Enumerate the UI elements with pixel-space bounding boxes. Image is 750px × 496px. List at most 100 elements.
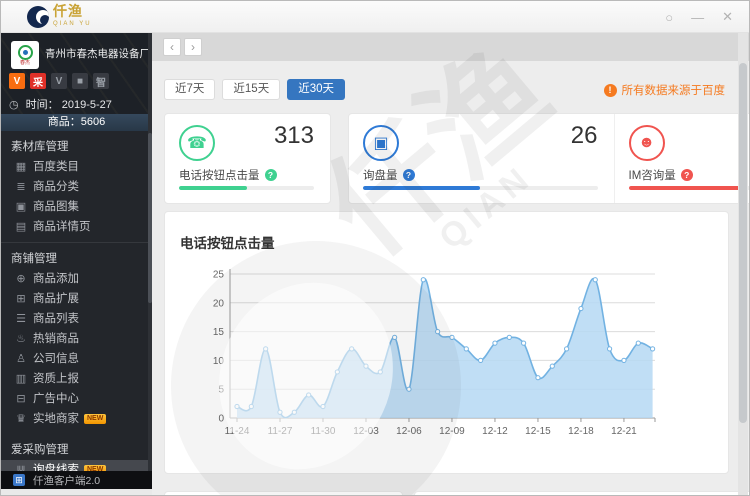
tab-last-7-days[interactable]: 近7天 [164,79,216,100]
document-icon: ▥ [15,373,27,385]
section-shop-mgmt: 商铺管理 [11,253,57,265]
extend-icon: ⊞ [16,293,26,305]
product-count-bar: 商品：5606 [1,114,152,131]
svg-text:11-27: 11-27 [268,426,293,437]
sidebar-item-company-info[interactable]: ♙ 公司信息 [1,349,152,369]
forward-button[interactable]: › [184,38,202,56]
svg-text:5: 5 [218,385,224,396]
section-material-mgmt: 素材库管理 [11,141,69,153]
new-badge: NEW [84,414,107,424]
brand-sub: QIAN YU [53,21,92,27]
badge-box-icon[interactable]: ■ [72,73,88,89]
badge-v2-icon[interactable]: V [51,73,67,89]
leads-icon: ⋓ [16,464,26,471]
peek-card [414,491,749,495]
sidebar: 春杰 青州市春杰电器设备厂 V 采 V ■ 智 ◷ 时间： 2019-5-27 … [1,33,152,489]
sidebar-item-product-list[interactable]: ☰ 商品列表 [1,309,152,329]
im-consult-progress [628,186,749,190]
company-logo-icon [17,44,33,60]
flame-icon: ♨ [16,333,26,345]
alert-icon: ! [603,83,617,97]
tab-last-30-days[interactable]: 近30天 [287,79,345,100]
client-version: 仟渔客户端2.0 [33,474,101,487]
close-icon[interactable]: ✕ [722,9,733,25]
phone-clicks-chart-card: 电话按钮点击量 0 5 10 15 20 25 11-24 11-27 11-30 12-03 12… [164,211,729,474]
badge-cai-icon[interactable]: 采 [30,73,46,89]
sidebar-scroll-thumb[interactable] [148,133,152,303]
list-icon: ☰ [16,313,26,325]
add-circle-icon: ⊕ [16,273,26,285]
product-count: 5606 [80,116,106,128]
help-icon[interactable]: ? [402,169,415,181]
client-icon: ⊞ [13,474,25,486]
phone-icon: ☎ [179,125,215,161]
phone-clicks-value: 313 [273,122,314,149]
minimize-icon[interactable]: — [691,10,704,25]
svg-text:12-09: 12-09 [439,426,465,437]
svg-text:11-30: 11-30 [311,426,336,437]
phone-clicks-progress [179,186,314,190]
company-name: 青州市春杰电器设备厂 [45,48,150,60]
sidebar-item-baidu-category[interactable]: ▦ 百度类目 [1,157,152,177]
data-source-notice: ! 所有数据来源于百度 [603,82,726,98]
app-logo-icon [27,6,49,28]
svg-text:11-24: 11-24 [225,426,250,437]
sidebar-item-product-detail[interactable]: ▤ 商品详情页 [1,217,152,237]
date-range-tabs: 近7天 近15天 近30天 [164,79,345,100]
gallery-icon: ▣ [15,201,27,213]
help-icon[interactable]: ? [680,169,693,181]
svg-text:10: 10 [213,356,225,367]
call-clicks-area-chart: 0 5 10 15 20 25 11-24 11-27 11-30 12-03 12-06 12-09… [213,269,656,437]
sidebar-menu: 素材库管理 ▦ 百度类目 ≣ 商品分类 ▣ 商品图集 ▤ 商品详情页 商铺管理 … [1,131,152,471]
brand: 仟渔 QIAN YU [53,3,92,31]
section-aicaigou-mgmt: 爱采购管理 [11,444,69,456]
sidebar-scrollbar[interactable] [148,33,152,489]
person-icon: ♙ [16,353,26,365]
clock-icon: ◷ [9,99,19,111]
sidebar-header: 春杰 青州市春杰电器设备厂 V 采 V ■ 智 ◷ 时间： 2019-5-27 … [1,33,152,131]
inquiry-value: 26 [570,122,598,149]
badge-zhi-icon[interactable]: 智 [93,73,109,89]
sidebar-item-product-extend[interactable]: ⊞ 商品扩展 [1,289,152,309]
svg-text:25: 25 [213,270,225,281]
grid-icon: ▦ [15,161,27,173]
sidebar-item-product-gallery[interactable]: ▣ 商品图集 [1,197,152,217]
titlebar: 仟渔 QIAN YU ○ — ✕ [1,1,749,33]
inquiry-progress [363,186,598,190]
tab-last-15-days[interactable]: 近15天 [222,79,281,100]
svg-text:12-18: 12-18 [568,426,594,437]
svg-text:0: 0 [218,414,224,425]
sidebar-item-qualification[interactable]: ▥ 资质上报 [1,369,152,389]
badge-v-icon[interactable]: V [9,73,25,89]
notice-text: 所有数据来源于百度 [621,85,726,97]
svg-text:20: 20 [213,298,225,309]
service-badges: V 采 V ■ 智 [9,73,109,89]
sidebar-item-ad-center[interactable]: ⊟ 广告中心 [1,389,152,409]
layers-icon: ≣ [16,181,26,193]
company-logo: 春杰 [11,41,39,69]
back-button[interactable]: ‹ [163,38,181,56]
main-area: ‹ › 近7天 近15天 近30天 ! 所有数据来源于百度 ☎ 313 电话按钮… [152,33,749,495]
sidebar-item-inquiry-leads[interactable]: ⋓ 询盘线索 NEW [1,460,152,471]
chart-title: 电话按钮点击量 [180,236,275,251]
nav-strip: ‹ › [152,33,749,61]
sidebar-item-local-merchant[interactable]: ♛ 实地商家 NEW [1,409,152,429]
theme-icon[interactable]: ○ [665,10,673,25]
sidebar-item-hot-products[interactable]: ♨ 热销商品 [1,329,152,349]
crown-icon: ♛ [16,413,26,425]
main-scrollbar[interactable] [738,33,748,495]
product-label: 商品： [47,116,81,128]
sidebar-item-product-add[interactable]: ⊕ 商品添加 [1,269,152,289]
brand-name: 仟渔 [53,3,83,19]
svg-text:15: 15 [213,327,225,338]
app-window: 仟渔 QIAN YU ○ — ✕ 春杰 青州市春杰电器设备厂 V 采 V ■ 智 [0,0,750,496]
detail-page-icon: ▤ [15,221,27,233]
help-icon[interactable]: ? [264,169,277,181]
im-users-icon: ☻ [628,125,665,161]
main-scroll-thumb[interactable] [739,63,747,423]
sidebar-item-product-category[interactable]: ≣ 商品分类 [1,177,152,197]
svg-text:12-12: 12-12 [482,426,508,437]
svg-text:12-21: 12-21 [611,426,637,437]
time-label: 时间： [25,99,59,111]
sidebar-footer: ⊞ 仟渔客户端2.0 [1,471,152,489]
